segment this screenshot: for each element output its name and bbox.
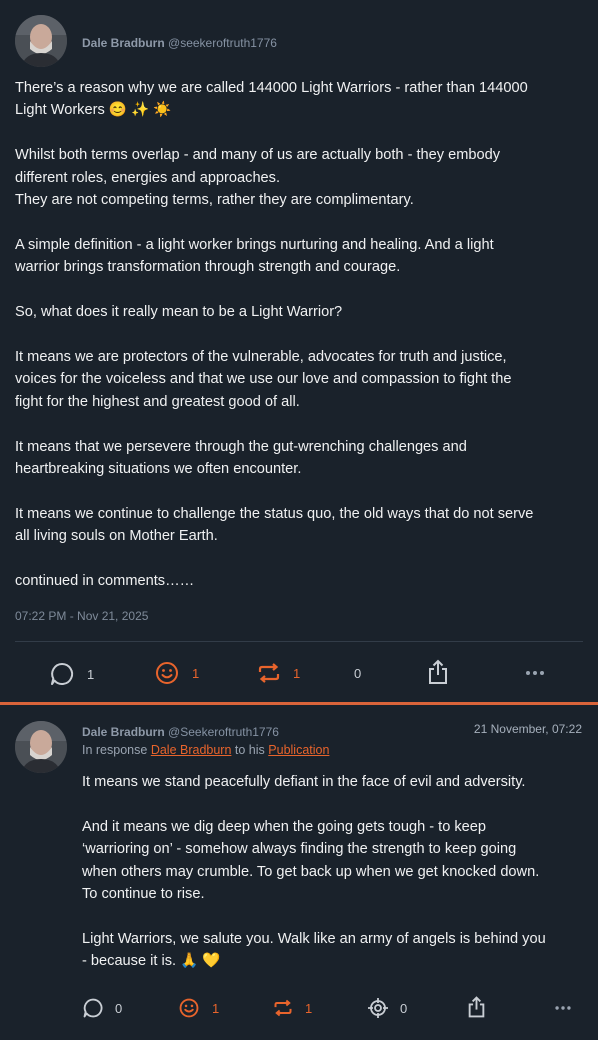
avatar[interactable] [15,721,67,773]
in-response-author-link[interactable]: Dale Bradburn [151,743,232,757]
comment-icon [82,997,104,1019]
smiley-icon [178,997,200,1019]
more-button[interactable] [524,660,546,686]
reply-count: 1 [87,666,95,682]
divider [15,641,583,642]
repost-button[interactable]: 1 [273,995,312,1021]
more-button[interactable] [553,995,573,1021]
repost-count: 1 [305,1000,313,1016]
author-line: Dale Bradburn @Seekeroftruth1776 [82,725,279,739]
zap-button[interactable]: 0 [367,995,407,1021]
in-response-target-link[interactable]: Publication [268,743,329,757]
post-timestamp[interactable]: 07:22 PM - Nov 21, 2025 [15,609,148,623]
avatar-photo [15,721,67,773]
repost-button[interactable]: 1 [257,660,300,686]
reply-post: Dale Bradburn @Seekeroftruth1776 21 Nove… [0,705,598,1040]
more-icon [524,660,546,686]
reply-body: It means we stand peacefully defiant in … [82,774,546,970]
post-body: There’s a reason why we are called 14400… [15,80,534,589]
share-button[interactable] [467,994,486,1020]
avatar[interactable] [15,15,67,67]
in-response-mid: to his [234,743,265,757]
more-icon [553,997,573,1019]
in-response-line: In response Dale Bradburn to his Publica… [82,743,329,757]
reply-count: 0 [115,1000,123,1016]
zap-count: 0 [400,1000,408,1016]
author-name[interactable]: Dale Bradburn [82,36,165,50]
share-icon [467,995,486,1019]
main-post: Dale Bradburn @seekeroftruth1776 There’s… [0,0,598,702]
author-handle[interactable]: @Seekeroftruth1776 [168,725,279,739]
reply-date[interactable]: 21 November, 07:22 [474,722,582,736]
share-button[interactable] [427,659,449,685]
react-button[interactable]: 1 [178,995,219,1021]
in-response-prefix: In response [82,743,148,757]
author-line: Dale Bradburn @seekeroftruth1776 [82,36,277,50]
repost-icon [273,997,293,1019]
repost-count: 1 [293,665,301,681]
quote-count: 0 [354,665,362,681]
react-count: 1 [212,1000,220,1016]
repost-icon [257,660,281,686]
quote-count-button[interactable]: 0 [343,660,361,686]
reply-button[interactable]: 1 [49,661,94,687]
share-icon [427,658,449,686]
react-button[interactable]: 1 [154,660,199,686]
comment-icon [49,661,75,687]
author-name[interactable]: Dale Bradburn [82,725,165,739]
react-count: 1 [192,665,200,681]
avatar-photo [15,15,67,67]
target-icon [367,997,389,1019]
author-handle[interactable]: @seekeroftruth1776 [168,36,277,50]
smiley-icon [154,660,180,686]
reply-button[interactable]: 0 [82,995,122,1021]
